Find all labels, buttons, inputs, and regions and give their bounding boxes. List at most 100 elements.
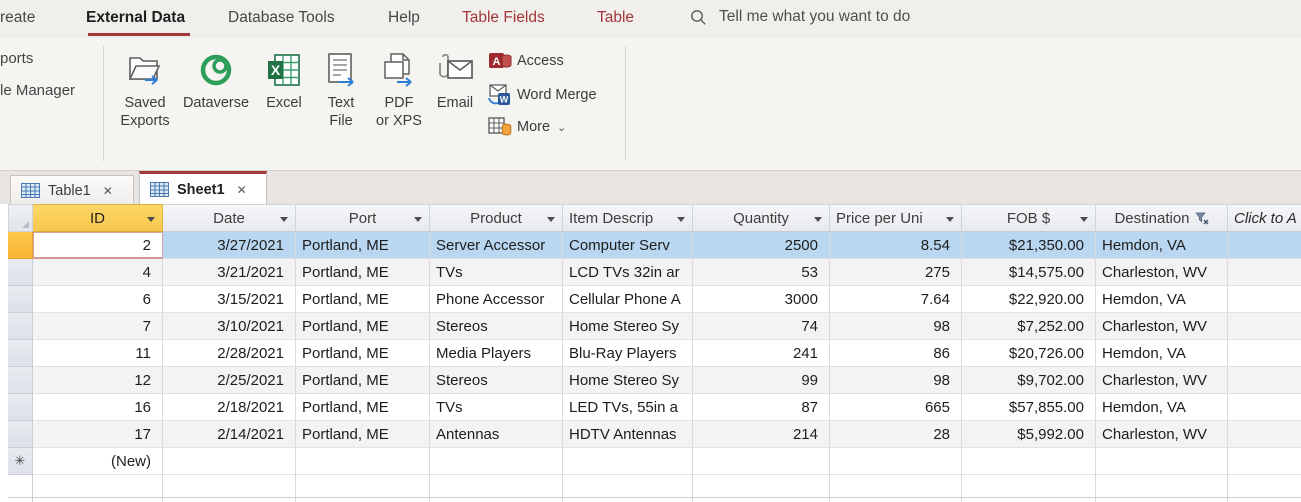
cell-id[interactable]: 4 — [33, 259, 163, 286]
cell-fob-[interactable]: $9,702.00 — [962, 367, 1096, 394]
cell-item-descrip[interactable]: Home Stereo Sy — [563, 367, 693, 394]
word-merge-button[interactable]: W Word Merge — [486, 84, 597, 106]
column-dropdown-icon[interactable] — [547, 217, 555, 222]
new-record-selector[interactable]: ✳ — [8, 448, 33, 475]
cell-fob-[interactable]: $22,920.00 — [962, 286, 1096, 313]
tab-table1[interactable]: Table1 ✕ — [10, 175, 134, 205]
cell-id[interactable]: 6 — [33, 286, 163, 313]
cell-destination[interactable]: Charleston, WV — [1096, 313, 1228, 340]
cell-price-per-uni[interactable]: 98 — [830, 367, 962, 394]
clipped-saved-imports-label[interactable]: ports — [0, 50, 33, 67]
cell-port[interactable]: Portland, ME — [296, 394, 430, 421]
column-header-fob-[interactable]: FOB $ — [962, 204, 1096, 232]
ribbon-tab-table[interactable]: Table — [597, 9, 634, 27]
ribbon-tab-database-tools[interactable]: Database Tools — [228, 9, 335, 27]
cell-product[interactable]: Stereos — [430, 313, 563, 340]
cell-product[interactable]: Media Players — [430, 340, 563, 367]
cell-click-to-a[interactable] — [1228, 367, 1301, 394]
cell-fob-[interactable]: $7,252.00 — [962, 313, 1096, 340]
ribbon-tab-table-fields[interactable]: Table Fields — [462, 9, 545, 27]
cell-product[interactable]: Server Accessor — [430, 232, 563, 259]
cell-click-to-a[interactable] — [1228, 259, 1301, 286]
cell-price-per-uni[interactable]: 7.64 — [830, 286, 962, 313]
empty-cell[interactable] — [296, 448, 430, 475]
current-row-selector[interactable] — [8, 232, 33, 259]
cell-id[interactable]: 17 — [33, 421, 163, 448]
cell-item-descrip[interactable]: LCD TVs 32in ar — [563, 259, 693, 286]
new-record-id-cell[interactable]: (New) — [33, 448, 163, 475]
cell-quantity[interactable]: 241 — [693, 340, 830, 367]
column-header-date[interactable]: Date — [163, 204, 296, 232]
column-dropdown-icon[interactable] — [414, 217, 422, 222]
cell-date[interactable]: 2/28/2021 — [163, 340, 296, 367]
cell-item-descrip[interactable]: LED TVs, 55in a — [563, 394, 693, 421]
cell-click-to-a[interactable] — [1228, 394, 1301, 421]
cell-quantity[interactable]: 53 — [693, 259, 830, 286]
email-button[interactable]: Email — [430, 46, 480, 112]
cell-date[interactable]: 2/25/2021 — [163, 367, 296, 394]
cell-fob-[interactable]: $5,992.00 — [962, 421, 1096, 448]
cell-destination[interactable]: Charleston, WV — [1096, 367, 1228, 394]
more-button[interactable]: More ⌄ — [488, 117, 566, 137]
close-icon[interactable]: ✕ — [103, 184, 113, 198]
cell-date[interactable]: 2/18/2021 — [163, 394, 296, 421]
cell-click-to-a[interactable] — [1228, 340, 1301, 367]
cell-date[interactable]: 3/21/2021 — [163, 259, 296, 286]
cell-item-descrip[interactable]: Home Stereo Sy — [563, 313, 693, 340]
cell-product[interactable]: TVs — [430, 259, 563, 286]
cell-port[interactable]: Portland, ME — [296, 421, 430, 448]
text-file-button[interactable]: Text File — [316, 46, 366, 130]
cell-fob-[interactable]: $20,726.00 — [962, 340, 1096, 367]
cell-product[interactable]: Antennas — [430, 421, 563, 448]
column-header-price-per-uni[interactable]: Price per Uni — [830, 204, 962, 232]
cell-destination[interactable]: Charleston, WV — [1096, 421, 1228, 448]
cell-destination[interactable]: Hemdon, VA — [1096, 394, 1228, 421]
cell-id[interactable]: 2 — [33, 232, 163, 259]
column-header-click-to-a[interactable]: Click to A — [1228, 204, 1301, 232]
saved-exports-button[interactable]: Saved Exports — [112, 46, 178, 130]
cell-quantity[interactable]: 74 — [693, 313, 830, 340]
cell-item-descrip[interactable]: Blu-Ray Players — [563, 340, 693, 367]
dataverse-button[interactable]: Dataverse — [180, 46, 252, 112]
cell-price-per-uni[interactable]: 86 — [830, 340, 962, 367]
row-selector[interactable] — [8, 313, 33, 340]
cell-item-descrip[interactable]: HDTV Antennas — [563, 421, 693, 448]
empty-cell[interactable] — [430, 448, 563, 475]
cell-click-to-a[interactable] — [1228, 232, 1301, 259]
cell-quantity[interactable]: 3000 — [693, 286, 830, 313]
cell-fob-[interactable]: $57,855.00 — [962, 394, 1096, 421]
cell-quantity[interactable]: 214 — [693, 421, 830, 448]
cell-price-per-uni[interactable]: 665 — [830, 394, 962, 421]
cell-price-per-uni[interactable]: 275 — [830, 259, 962, 286]
cell-id[interactable]: 11 — [33, 340, 163, 367]
column-dropdown-icon[interactable] — [677, 217, 685, 222]
cell-item-descrip[interactable]: Cellular Phone A — [563, 286, 693, 313]
cell-quantity[interactable]: 87 — [693, 394, 830, 421]
empty-cell[interactable] — [693, 448, 830, 475]
cell-fob-[interactable]: $21,350.00 — [962, 232, 1096, 259]
cell-price-per-uni[interactable]: 8.54 — [830, 232, 962, 259]
clipped-table-manager-label[interactable]: le Manager — [0, 82, 75, 99]
cell-date[interactable]: 3/15/2021 — [163, 286, 296, 313]
pdf-or-xps-button[interactable]: PDF or XPS — [370, 46, 428, 130]
cell-id[interactable]: 12 — [33, 367, 163, 394]
row-selector[interactable] — [8, 367, 33, 394]
cell-product[interactable]: Phone Accessor — [430, 286, 563, 313]
filter-icon[interactable] — [1195, 212, 1209, 225]
cell-click-to-a[interactable] — [1228, 421, 1301, 448]
column-dropdown-icon[interactable] — [1080, 217, 1088, 222]
cell-port[interactable]: Portland, ME — [296, 313, 430, 340]
cell-quantity[interactable]: 2500 — [693, 232, 830, 259]
column-header-product[interactable]: Product — [430, 204, 563, 232]
cell-destination[interactable]: Charleston, WV — [1096, 259, 1228, 286]
row-selector[interactable] — [8, 340, 33, 367]
empty-cell[interactable] — [830, 448, 962, 475]
cell-date[interactable]: 3/10/2021 — [163, 313, 296, 340]
cell-destination[interactable]: Hemdon, VA — [1096, 286, 1228, 313]
empty-cell[interactable] — [1096, 448, 1228, 475]
cell-id[interactable]: 16 — [33, 394, 163, 421]
cell-product[interactable]: TVs — [430, 394, 563, 421]
cell-fob-[interactable]: $14,575.00 — [962, 259, 1096, 286]
close-icon[interactable]: ✕ — [237, 183, 247, 197]
cell-product[interactable]: Stereos — [430, 367, 563, 394]
